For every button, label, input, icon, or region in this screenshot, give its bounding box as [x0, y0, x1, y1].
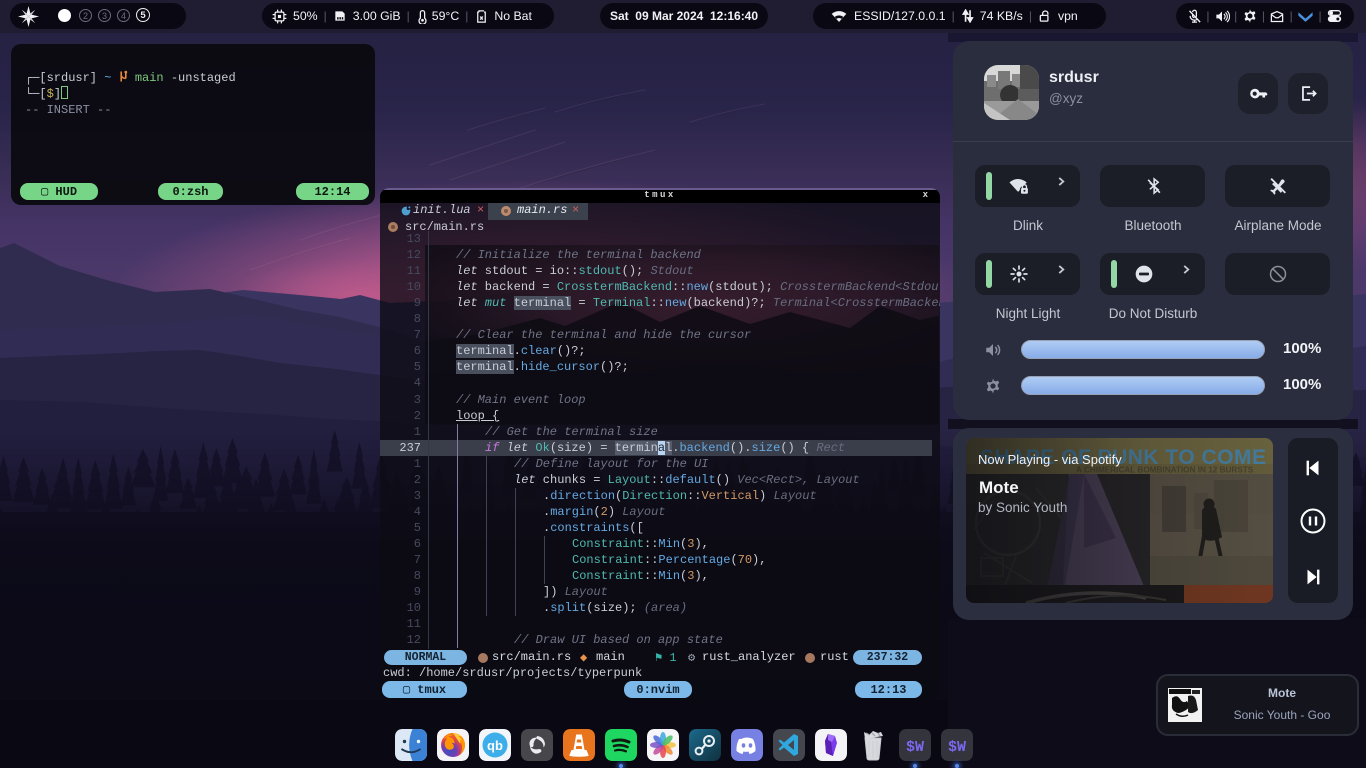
svg-text:$W: $W	[906, 739, 924, 756]
svg-text:qb: qb	[487, 738, 503, 753]
svg-text:$W: $W	[948, 739, 966, 756]
